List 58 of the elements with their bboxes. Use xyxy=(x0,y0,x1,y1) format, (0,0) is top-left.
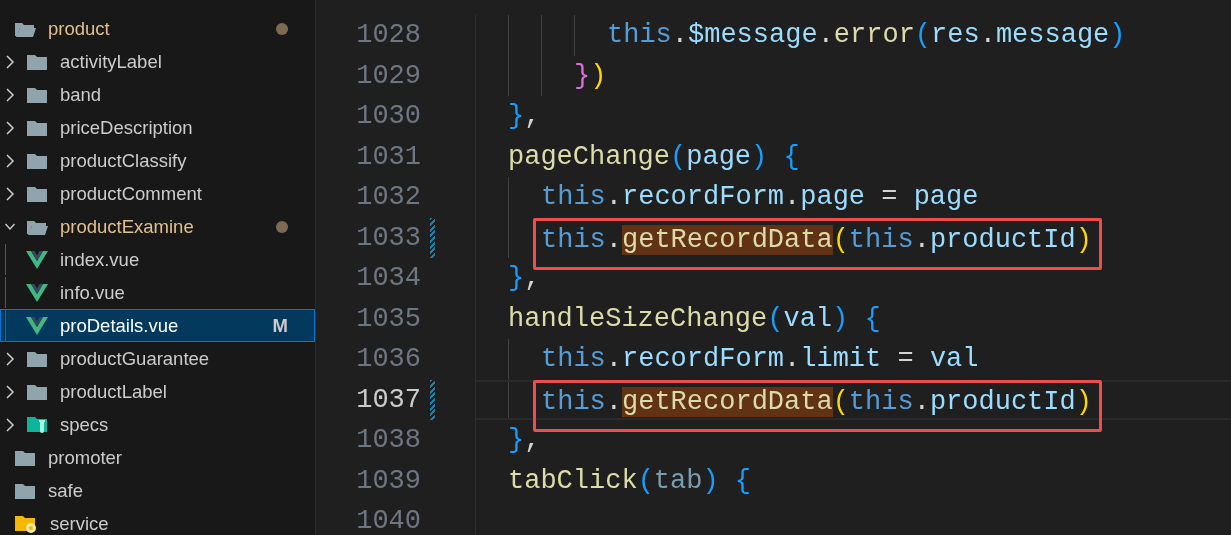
line-number: 1040 xyxy=(355,506,421,535)
code-line: this.recordForm.page = page xyxy=(541,182,979,213)
line-number: 1038 xyxy=(355,425,421,456)
line-number: 1039 xyxy=(355,465,421,496)
line-number: 1032 xyxy=(355,182,421,213)
tree-item[interactable]: productClassify xyxy=(0,144,315,177)
line-number: 1034 xyxy=(355,263,421,294)
folder-gear-icon xyxy=(14,513,38,534)
folder-icon xyxy=(26,349,48,368)
folder-icon xyxy=(14,448,36,467)
line-number: 1035 xyxy=(355,303,421,334)
code-line: }, xyxy=(508,101,541,132)
folder-icon xyxy=(14,481,36,500)
code-line: }) xyxy=(574,60,607,91)
tree-item[interactable]: safe xyxy=(0,474,315,507)
code-line: tabClick(tab) { xyxy=(508,465,752,496)
line-number: 1037 xyxy=(355,384,421,415)
folder-icon xyxy=(26,52,48,71)
code-line: this.getRecordData(this.productId) xyxy=(541,386,1092,417)
tree-item[interactable]: activityLabel xyxy=(0,45,315,78)
code-line: this.$message.error(res.message) xyxy=(607,20,1126,51)
folder-icon xyxy=(26,85,48,104)
tree-item[interactable]: promoter xyxy=(0,441,315,474)
tree-item[interactable]: productGuarantee xyxy=(0,342,315,375)
tree-item[interactable]: index.vue xyxy=(0,243,315,276)
tree-item[interactable]: productExamine xyxy=(0,210,315,243)
tree-item[interactable]: specs xyxy=(0,408,315,441)
code-line: pageChange(page) { xyxy=(508,141,800,172)
tree-item[interactable]: info.vue xyxy=(0,276,315,309)
modified-dot xyxy=(276,220,288,233)
tree-item[interactable]: productComment xyxy=(0,177,315,210)
tree-item[interactable]: service xyxy=(0,507,315,535)
line-number: 1030 xyxy=(355,101,421,132)
git-status-label: M xyxy=(272,314,288,337)
modified-dot xyxy=(276,22,288,35)
code-line: this.getRecordData(this.productId) xyxy=(541,224,1092,255)
tree-item[interactable]: priceDescription xyxy=(0,111,315,144)
tree-item[interactable]: productLabel xyxy=(0,375,315,408)
vue-file-icon xyxy=(26,250,48,269)
tree-item[interactable]: proDetails.vue M xyxy=(0,309,315,342)
tree-item[interactable]: band xyxy=(0,78,315,111)
folder-icon xyxy=(26,118,48,137)
tree-item[interactable]: product xyxy=(0,12,315,45)
line-number: 1031 xyxy=(355,141,421,172)
folder-icon xyxy=(26,184,48,203)
code-line: handleSizeChange(val) { xyxy=(508,303,881,334)
code-line: this.recordForm.limit = val xyxy=(541,344,979,375)
vue-file-icon xyxy=(26,283,48,302)
line-number: 1028 xyxy=(355,20,421,51)
folder-icon xyxy=(26,151,48,170)
code-line: }, xyxy=(508,263,541,294)
code-line: }, xyxy=(508,425,541,456)
line-number: 1036 xyxy=(355,344,421,375)
folder-flask-icon xyxy=(26,414,48,435)
folder-icon xyxy=(26,382,48,401)
line-number: 1033 xyxy=(355,222,421,253)
vue-file-icon xyxy=(26,316,48,335)
line-number: 1029 xyxy=(355,60,421,91)
